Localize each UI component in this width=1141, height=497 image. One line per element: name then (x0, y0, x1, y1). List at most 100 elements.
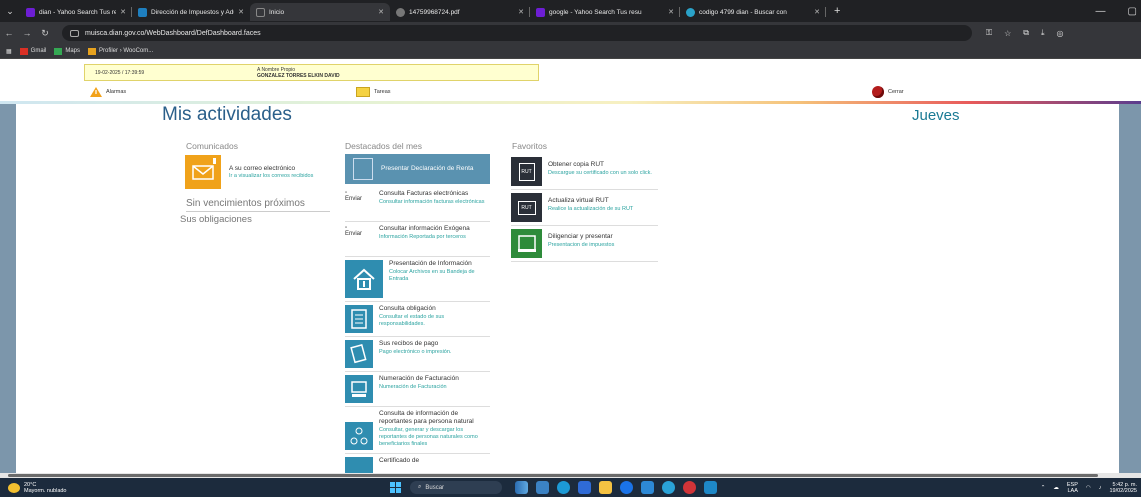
receipt-icon (345, 340, 373, 368)
bookmark-gmail[interactable]: Gmail (19, 47, 47, 55)
tab-6[interactable]: codigo 4799 dian - Buscar con ✕ (680, 3, 826, 21)
cloud-icon[interactable]: ☁ (1053, 485, 1059, 491)
bookmark-label: Gmail (30, 48, 47, 54)
clock[interactable]: 5:42 p. m. 19/02/2025 (1109, 482, 1137, 494)
tab-3-active[interactable]: Inicio ✕ (250, 3, 390, 21)
list-item[interactable]: Numeración de Facturación Numeración de F… (345, 372, 490, 407)
house-upload-icon (345, 260, 383, 298)
obligations-label[interactable]: Sus obligaciones (180, 214, 252, 225)
bing-icon (686, 7, 695, 17)
extensions-icon[interactable]: ⧉ (1023, 28, 1029, 38)
bookmark-maps[interactable]: Maps (54, 47, 80, 55)
new-tab-button[interactable]: + (826, 5, 848, 17)
dian-icon (138, 7, 147, 17)
back-icon[interactable]: ← (0, 28, 18, 38)
item-desc[interactable]: Presentacion de impuestos (548, 242, 614, 249)
alarms-link[interactable]: Alarmas (90, 84, 126, 100)
list-item[interactable]: Diligenciar y presentar Presentacion de i… (511, 226, 658, 262)
list-item[interactable]: ▫ Enviar Consulta Facturas electrónicas Co… (345, 187, 490, 222)
task-view-icon[interactable] (536, 481, 549, 494)
chrome-icon[interactable] (620, 481, 633, 494)
user-name: GONZALEZ TORRES ELKIN DAVID (257, 73, 340, 79)
item-desc[interactable]: Consultar el estado de sus responsabilid… (379, 314, 490, 328)
broken-image-icon: ▫ Enviar (345, 225, 363, 237)
windows-start-icon[interactable] (390, 482, 401, 493)
pinned-apps (515, 481, 717, 494)
weather-widget[interactable]: 20°C Mayorm. nublado (0, 482, 67, 494)
close-tab-icon[interactable]: ✕ (238, 8, 244, 16)
chevron-up-icon[interactable]: ⌃ (1041, 485, 1046, 491)
close-tab-icon[interactable]: ✕ (120, 8, 126, 16)
tab-search-button[interactable]: ⌄ (0, 0, 20, 22)
page-title: Mis actividades (162, 104, 292, 125)
list-item[interactable]: RUT Actualiza virtual RUT Realice la actu… (511, 190, 658, 226)
password-key-icon[interactable]: ⚿ (986, 28, 992, 38)
page-icon (256, 7, 265, 17)
download-icon[interactable]: ⤓ (1041, 28, 1045, 38)
favoritos-heading: Favoritos (512, 141, 547, 151)
left-rail (0, 104, 16, 473)
no-deadlines-label: Sin vencimientos próximos (186, 198, 330, 212)
item-desc[interactable]: Consultar información facturas electróni… (379, 199, 484, 206)
list-item[interactable]: ▫ Enviar Consultar información Exógena Inf… (345, 222, 490, 257)
email-card-link[interactable]: Ir a visualizar los correos recibidos (229, 173, 313, 179)
user-info-box: 19-02-2025 / 17:39:59 A Nombre Propio GO… (84, 64, 539, 81)
list-item[interactable]: Sus recibos de pago Pago electrónico o im… (345, 337, 490, 372)
favoritos-list: RUT Obtener copia RUT Descargue su certif… (511, 154, 658, 262)
item-title: Consulta obligación (379, 305, 436, 312)
item-desc[interactable]: Descargue su certificado con un solo cli… (548, 170, 652, 177)
app-icon[interactable] (704, 481, 717, 494)
minimize-icon[interactable]: — (1096, 6, 1106, 17)
site-info-icon[interactable] (70, 29, 79, 37)
tab-5[interactable]: google - Yahoo Search Tus resu ✕ (530, 3, 680, 21)
item-desc[interactable]: Consultar, generar y descargar los repor… (379, 427, 490, 448)
close-tab-icon[interactable]: ✕ (814, 8, 820, 16)
restore-icon[interactable]: ▢ (1128, 6, 1137, 17)
item-desc[interactable]: Colocar Archivos en su Bandeja de Entrad… (389, 269, 490, 283)
apps-grid-icon[interactable]: ▦ (6, 48, 12, 55)
url-text: muisca.dian.gov.co/WebDashboard/DefDashb… (85, 29, 261, 37)
item-desc[interactable]: Numeración de Facturación (379, 384, 459, 391)
item-title: Obtener copia RUT (548, 161, 604, 168)
volume-icon[interactable]: ♪ (1099, 485, 1102, 491)
taskbar-search[interactable]: ⌕ Buscar (410, 481, 502, 494)
list-item[interactable]: Consulta de información de reportantes p… (345, 407, 490, 454)
store-icon[interactable] (578, 481, 591, 494)
mail-icon[interactable] (641, 481, 654, 494)
wifi-icon[interactable]: ◠ (1086, 485, 1091, 491)
tasks-link[interactable]: Tareas (356, 84, 391, 100)
reload-icon[interactable]: ↻ (36, 28, 54, 39)
bookmark-star-icon[interactable]: ☆ (1004, 29, 1011, 38)
tab-4[interactable]: 14759968724.pdf ✕ (390, 3, 530, 21)
close-tab-icon[interactable]: ✕ (518, 8, 524, 16)
windows-taskbar: 20°C Mayorm. nublado ⌕ Buscar ⌃ ☁ ESP LAA ◠… (0, 478, 1141, 497)
list-item[interactable]: Certificado de (345, 454, 490, 473)
tab-1[interactable]: dian - Yahoo Search Tus resulta ✕ (20, 3, 132, 21)
woocommerce-icon (88, 47, 97, 55)
item-desc[interactable]: Realice la actualización de su RUT (548, 206, 633, 213)
tab-2[interactable]: Dirección de Impuestos y Adua ✕ (132, 3, 250, 21)
invoice-numbering-icon (345, 375, 373, 403)
forward-icon[interactable]: → (18, 28, 36, 38)
item-desc[interactable]: Información Reportada por terceros (379, 234, 470, 241)
address-bar[interactable]: muisca.dian.gov.co/WebDashboard/DefDashb… (62, 25, 972, 41)
item-desc[interactable]: Pago electrónico o impresión. (379, 349, 451, 356)
list-item[interactable]: Presentación de Información Colocar Archi… (345, 257, 490, 302)
close-tab-icon[interactable]: ✕ (378, 8, 384, 16)
profile-icon[interactable]: ◎ (1057, 29, 1064, 38)
email-card[interactable]: A su correo electrónico Ir a visualizar … (185, 155, 335, 191)
list-item[interactable]: RUT Obtener copia RUT Descargue su certif… (511, 154, 658, 190)
edge-icon[interactable] (557, 481, 570, 494)
file-taxes-icon (511, 229, 542, 258)
scrollbar-thumb[interactable] (8, 474, 1098, 477)
app-icon[interactable] (662, 481, 675, 494)
file-explorer-icon[interactable] (599, 481, 612, 494)
close-tab-icon[interactable]: ✕ (668, 8, 674, 16)
list-item[interactable]: Consulta obligación Consultar el estado d… (345, 302, 490, 337)
renta-declaration-button[interactable]: Presentar Declaración de Renta (345, 154, 490, 184)
opera-icon[interactable] (683, 481, 696, 494)
bookmark-profiler[interactable]: Profiler › WooCom... (88, 47, 153, 55)
widget-app-icon[interactable] (515, 481, 528, 494)
language-indicator[interactable]: ESP LAA (1067, 482, 1078, 494)
logout-link[interactable]: Cerrar (872, 84, 904, 100)
